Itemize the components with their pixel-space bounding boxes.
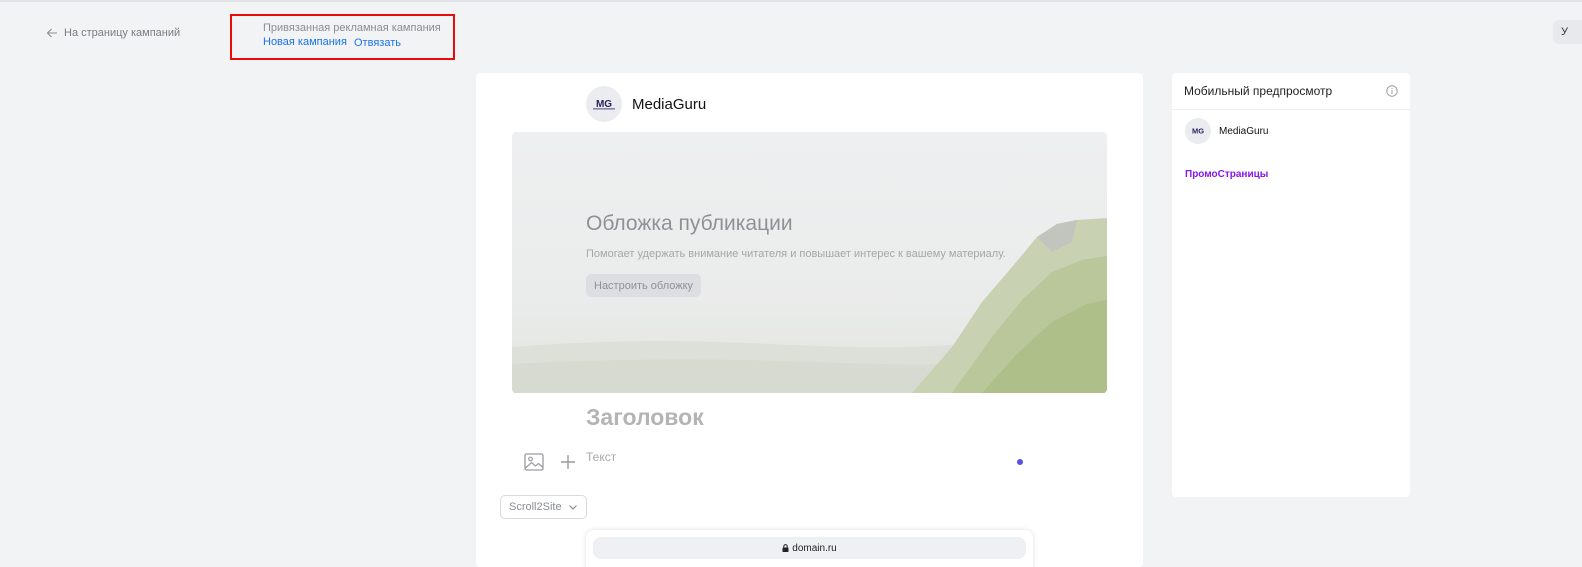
top-divider <box>0 0 1582 2</box>
chevron-down-icon <box>568 505 577 510</box>
avatar: MG <box>586 86 622 122</box>
scroll2site-select[interactable]: Scroll2Site <box>500 495 587 519</box>
mediaguru-logo-icon: MG <box>1192 127 1204 136</box>
author-block: MG MediaGuru <box>586 86 706 122</box>
url-bar: domain.ru <box>593 537 1026 559</box>
promo-pages-link[interactable]: ПромоСтраницы <box>1185 169 1268 180</box>
mediaguru-logo-icon: MG <box>593 99 615 110</box>
panel-divider <box>1172 109 1410 110</box>
scroll-select-value: Scroll2Site <box>509 501 562 513</box>
site-preview-frame: domain.ru <box>586 530 1033 567</box>
insert-tools <box>523 451 579 473</box>
back-link-label: На страницу кампаний <box>64 27 181 39</box>
headline-field[interactable]: Заголовок <box>586 404 704 431</box>
mobile-preview-title: Мобильный предпросмотр <box>1184 84 1333 98</box>
mobile-preview-panel: Мобильный предпросмотр MG MediaGuru Пром… <box>1172 73 1410 497</box>
mobile-logo-text: MG <box>1192 127 1204 136</box>
linked-campaign-box: Привязанная рекламная кампания Новая кам… <box>230 14 455 60</box>
configure-cover-button[interactable]: Настроить обложку <box>586 274 702 297</box>
cursor-dot <box>1017 459 1023 465</box>
logo-text: MG <box>596 99 612 110</box>
linked-campaign-label: Привязанная рекламная кампания <box>263 22 441 34</box>
lock-icon <box>782 544 789 552</box>
user-chip[interactable]: У <box>1553 20 1582 44</box>
mobile-avatar: MG <box>1185 118 1211 144</box>
author-name: MediaGuru <box>632 95 707 113</box>
info-icon[interactable] <box>1386 85 1398 97</box>
mobile-author-block: MG MediaGuru <box>1185 118 1268 144</box>
arrow-left-icon <box>46 28 57 38</box>
user-chip-text: У <box>1561 26 1568 38</box>
campaign-name-link[interactable]: Новая кампания <box>263 36 347 48</box>
cover-title: Обложка публикации <box>586 212 793 235</box>
cover-landscape-image <box>512 218 1107 393</box>
back-to-campaigns-link[interactable]: На страницу кампаний <box>46 27 180 39</box>
mobile-author-name: MediaGuru <box>1219 125 1269 137</box>
cover-description: Помогает удержать внимание читателя и по… <box>586 248 1006 260</box>
text-field[interactable]: Текст <box>586 450 616 464</box>
cover-area[interactable]: Обложка публикации Помогает удержать вни… <box>512 132 1107 393</box>
editor-canvas: MG MediaGuru Обложка публикации Помогает… <box>476 73 1143 567</box>
plus-icon[interactable] <box>557 451 579 473</box>
unlink-campaign-link[interactable]: Отвязать <box>354 37 401 49</box>
image-icon[interactable] <box>523 451 545 473</box>
preview-domain: domain.ru <box>792 542 837 554</box>
